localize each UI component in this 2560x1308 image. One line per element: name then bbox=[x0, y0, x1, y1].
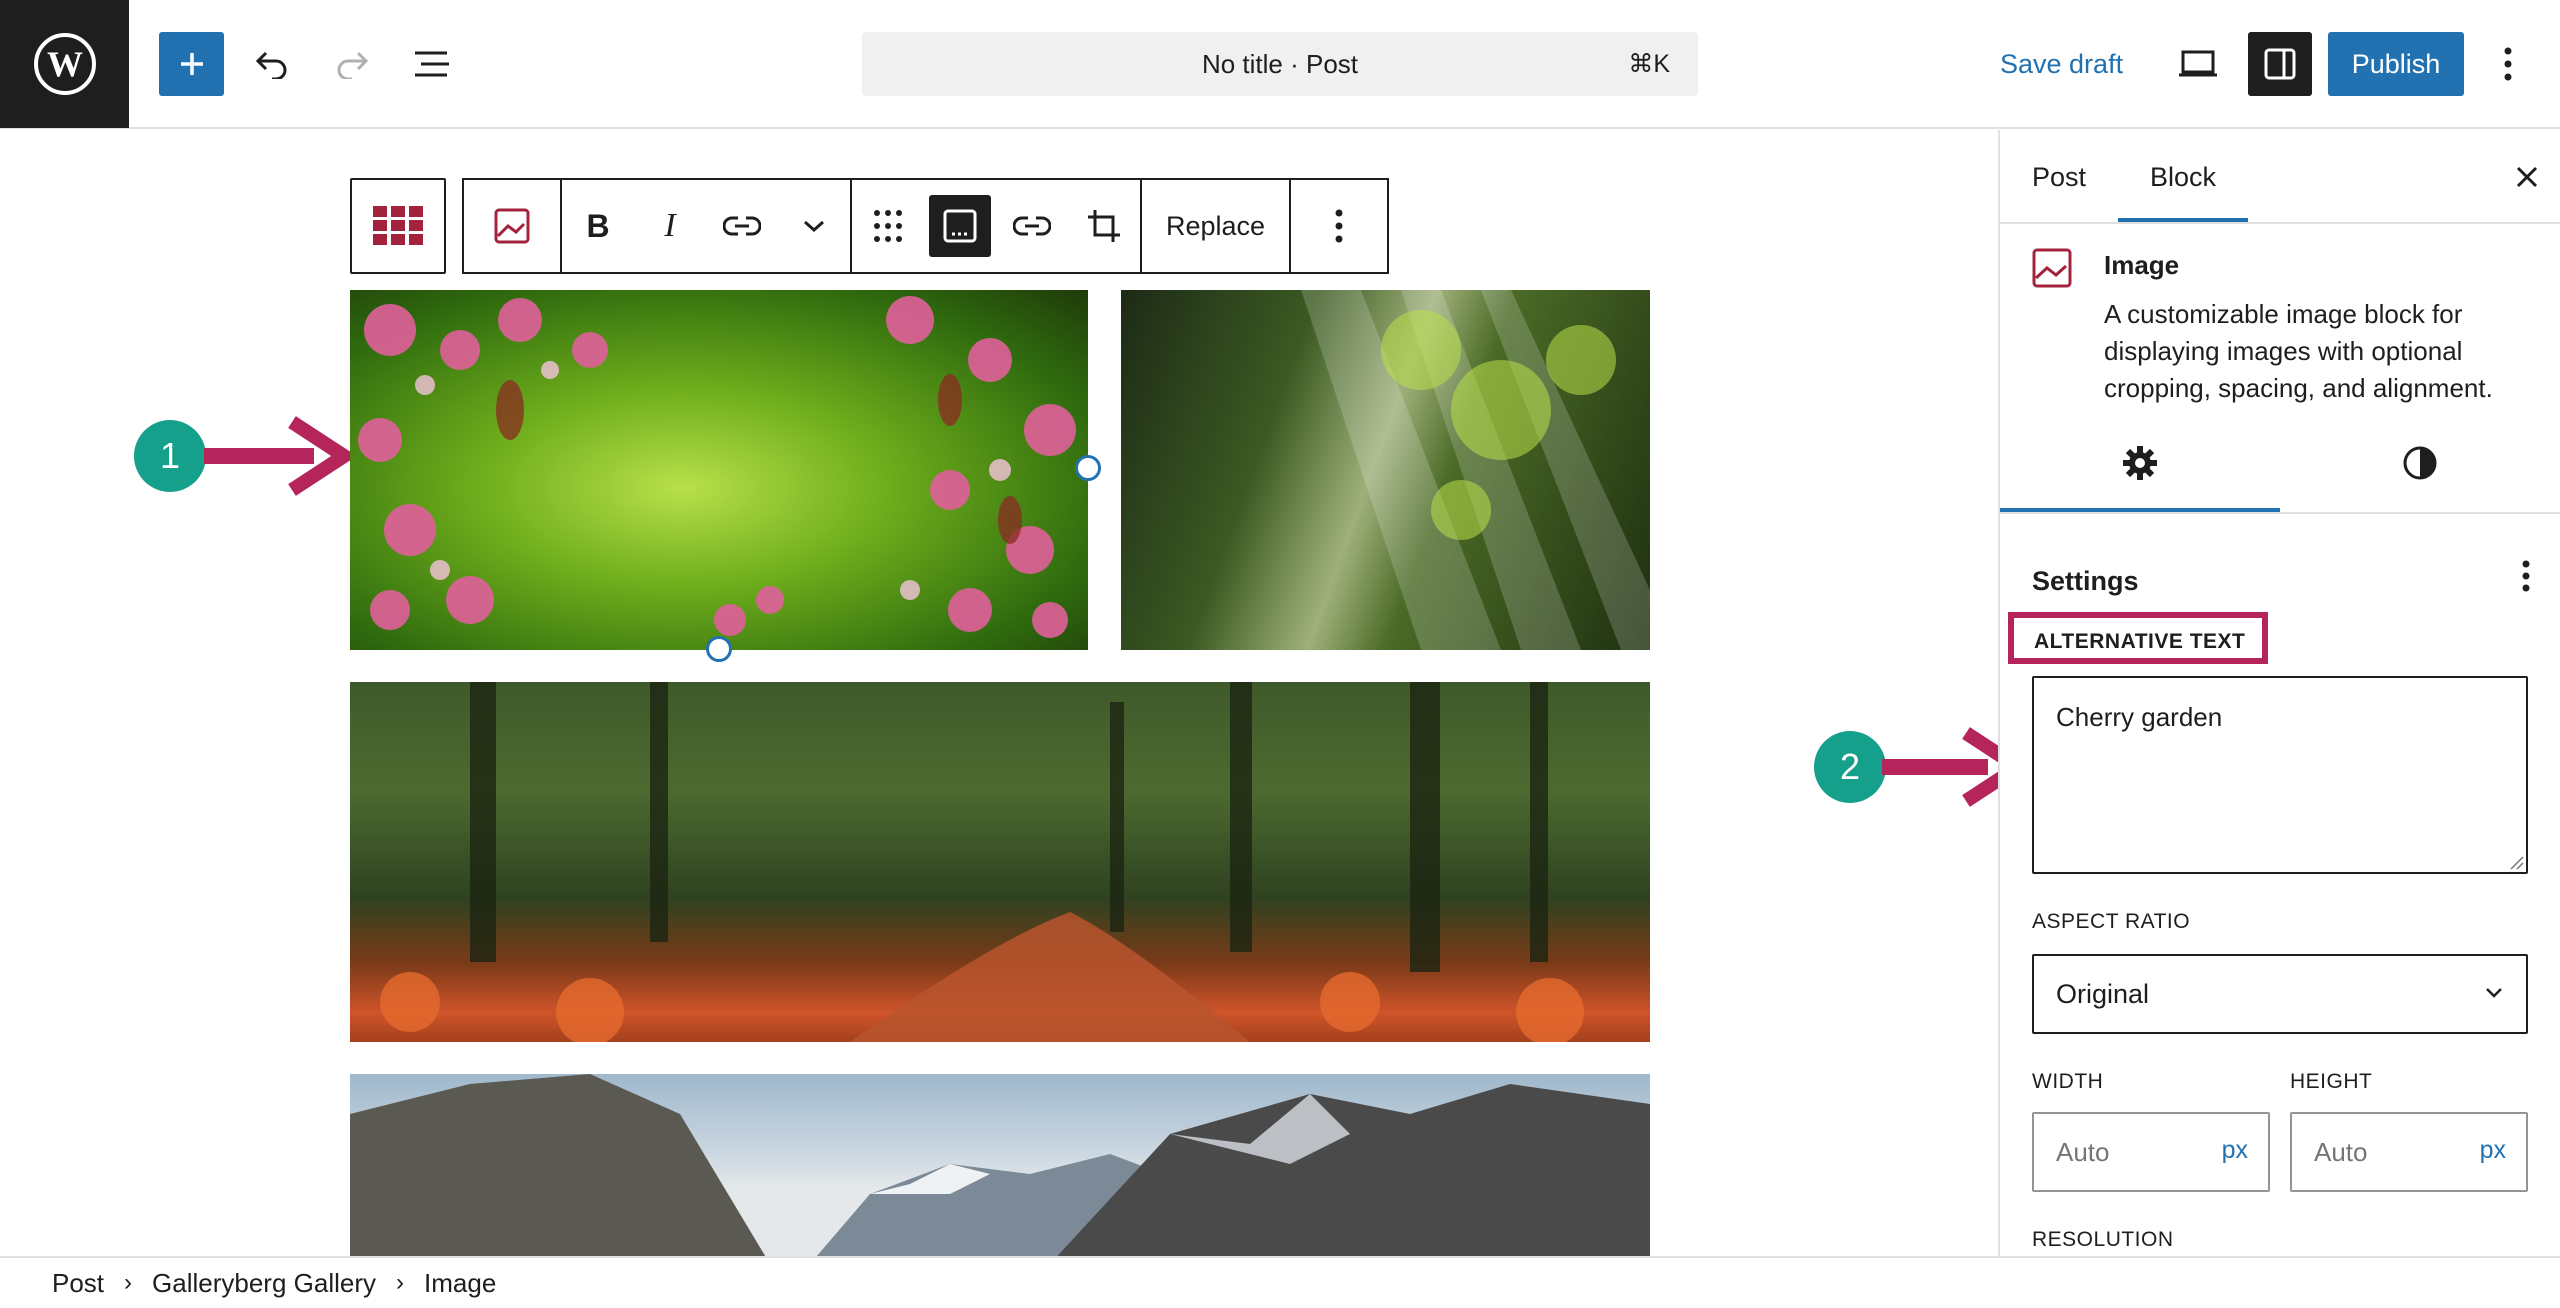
callout-badge-1: 1 bbox=[134, 420, 206, 492]
block-options-group bbox=[1289, 178, 1390, 274]
image-icon bbox=[2032, 248, 2072, 288]
sidebar-tabs: Post Block bbox=[2000, 130, 2560, 224]
alt-text-field[interactable]: Cherry garden bbox=[2032, 676, 2528, 874]
gallery-image-cherry[interactable] bbox=[350, 290, 1088, 650]
settings-panel-title: Settings bbox=[2032, 566, 2139, 596]
callout-badge-2: 2 bbox=[1814, 731, 1886, 803]
image-block-icon[interactable] bbox=[464, 180, 560, 272]
wordpress-logo[interactable]: W bbox=[0, 0, 129, 128]
callout-arrow-1 bbox=[204, 416, 350, 496]
tab-block[interactable]: Block bbox=[2150, 130, 2216, 224]
preview-icon[interactable] bbox=[2166, 32, 2230, 96]
crop-icon[interactable] bbox=[1068, 180, 1140, 272]
styles-tab-contrast-icon[interactable] bbox=[2280, 416, 2560, 510]
tab-post[interactable]: Post bbox=[2032, 130, 2086, 224]
width-label: WIDTH bbox=[2032, 1070, 2104, 1093]
drag-handle-icon[interactable] bbox=[852, 180, 924, 272]
aspect-ratio-label: ASPECT RATIO bbox=[2032, 910, 2191, 933]
undo-icon[interactable] bbox=[240, 32, 304, 96]
close-icon[interactable] bbox=[2510, 160, 2544, 194]
settings-tab-gear-icon[interactable] bbox=[2000, 416, 2280, 510]
more-options-icon[interactable] bbox=[2476, 32, 2540, 96]
width-unit[interactable]: px bbox=[2222, 1114, 2248, 1186]
alt-text-label: ALTERNATIVE TEXT bbox=[2034, 630, 2246, 653]
resize-grip-icon[interactable] bbox=[2508, 854, 2524, 870]
caption-icon[interactable] bbox=[924, 180, 996, 272]
publish-button[interactable]: Publish bbox=[2328, 32, 2464, 96]
svg-text:W: W bbox=[47, 44, 83, 84]
replace-button[interactable]: Replace bbox=[1142, 180, 1289, 272]
chevron-down-icon[interactable] bbox=[778, 180, 850, 272]
block-type-group bbox=[462, 178, 560, 274]
height-label: HEIGHT bbox=[2290, 1070, 2373, 1093]
gallery-image-mountains[interactable] bbox=[350, 1074, 1650, 1256]
image-tools-group bbox=[850, 178, 1140, 274]
editor-canvas: B I Replace 1 bbox=[0, 130, 1998, 1256]
text-format-group: B I bbox=[560, 178, 850, 274]
gallery-icon bbox=[373, 206, 423, 245]
block-toolbar: B I Replace bbox=[350, 178, 1390, 274]
active-subtab-indicator bbox=[2000, 508, 2280, 512]
save-draft-button[interactable]: Save draft bbox=[2000, 32, 2123, 96]
link-icon[interactable] bbox=[706, 180, 778, 272]
block-inspector-tabs bbox=[2000, 416, 2560, 514]
block-name: Image bbox=[2104, 250, 2180, 280]
resize-handle-bottom[interactable] bbox=[706, 636, 732, 662]
width-field[interactable]: Auto px bbox=[2032, 1112, 2270, 1192]
document-overview-icon[interactable] bbox=[400, 32, 464, 96]
width-placeholder: Auto bbox=[2056, 1137, 2110, 1167]
breadcrumb: Post › Galleryberg Gallery › Image bbox=[0, 1256, 2560, 1308]
gallery-image-forest-rays[interactable] bbox=[1121, 290, 1650, 650]
height-field[interactable]: Auto px bbox=[2290, 1112, 2528, 1192]
gallery-image-autumn-path[interactable] bbox=[350, 682, 1650, 1042]
parent-gallery-button[interactable] bbox=[350, 178, 446, 274]
height-unit[interactable]: px bbox=[2480, 1114, 2506, 1186]
breadcrumb-post[interactable]: Post bbox=[52, 1268, 104, 1299]
bold-icon[interactable]: B bbox=[562, 180, 634, 272]
resize-handle-right[interactable] bbox=[1075, 455, 1101, 481]
resolution-label: RESOLUTION bbox=[2032, 1228, 2174, 1251]
settings-more-icon[interactable] bbox=[2522, 560, 2530, 597]
add-block-button[interactable] bbox=[159, 32, 224, 96]
settings-toggle-button[interactable] bbox=[2248, 32, 2312, 96]
block-options-icon[interactable] bbox=[1291, 180, 1387, 272]
chevron-down-icon bbox=[2486, 988, 2502, 998]
document-title: No title · Post bbox=[1201, 49, 1359, 79]
command-palette-bar[interactable]: No title · Post ⌘K bbox=[862, 32, 1698, 96]
aspect-ratio-value: Original bbox=[2056, 979, 2150, 1009]
chevron-right-icon: › bbox=[396, 1269, 405, 1296]
replace-group: Replace bbox=[1140, 178, 1290, 274]
breadcrumb-gallery[interactable]: Galleryberg Gallery bbox=[152, 1268, 376, 1299]
height-placeholder: Auto bbox=[2314, 1137, 2368, 1167]
italic-icon[interactable]: I bbox=[634, 180, 706, 272]
image-link-icon[interactable] bbox=[996, 180, 1068, 272]
block-description: A customizable image block for displayin… bbox=[2104, 299, 2493, 403]
redo-icon[interactable] bbox=[320, 32, 384, 96]
editor-header: W No title · Post ⌘K Save draft Publish bbox=[0, 0, 2560, 129]
shortcut-hint: ⌘K bbox=[1628, 50, 1670, 78]
chevron-right-icon: › bbox=[124, 1269, 133, 1296]
breadcrumb-image[interactable]: Image bbox=[424, 1268, 496, 1299]
active-tab-indicator bbox=[2118, 218, 2248, 222]
settings-sidebar: Post Block Image A customizable image bl… bbox=[1998, 130, 2560, 1256]
aspect-ratio-select[interactable]: Original bbox=[2032, 954, 2528, 1034]
